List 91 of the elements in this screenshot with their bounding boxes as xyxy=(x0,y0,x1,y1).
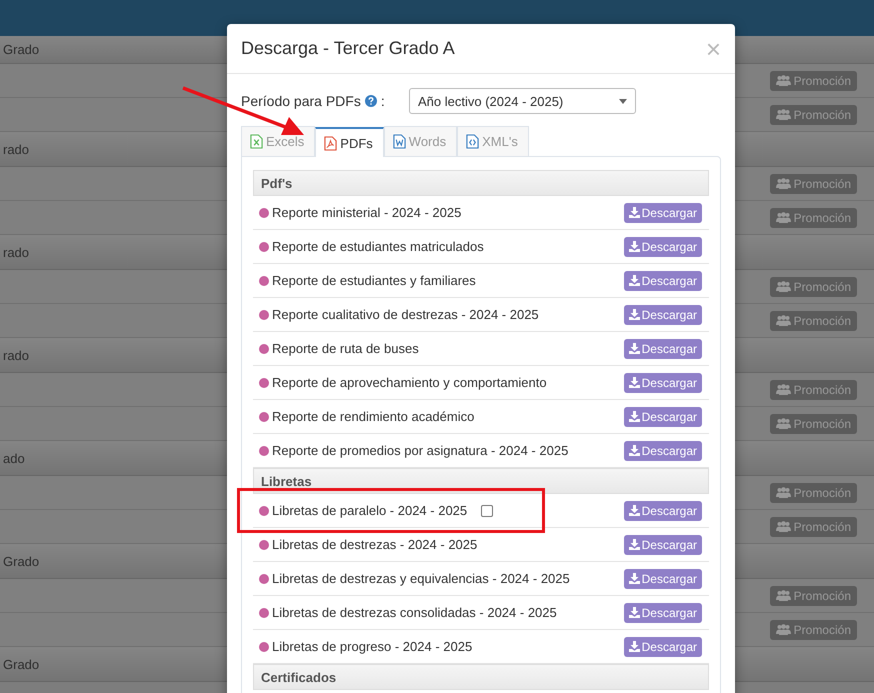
download-button[interactable]: Descargar xyxy=(624,236,702,256)
tab[interactable]: Excels xyxy=(241,126,316,156)
bullet-dot xyxy=(259,276,269,286)
users-icon xyxy=(776,624,791,635)
users-icon xyxy=(776,384,791,395)
bullet-dot xyxy=(259,208,269,218)
file-icon xyxy=(392,134,406,149)
download-button[interactable]: Descargar xyxy=(624,338,702,358)
section-header: Certificados xyxy=(253,664,709,690)
download-icon xyxy=(628,505,640,516)
bullet-dot xyxy=(259,310,269,320)
users-icon xyxy=(776,590,791,601)
download-icon xyxy=(628,573,640,584)
bullet-dot xyxy=(259,540,269,550)
download-button[interactable]: Descargar xyxy=(624,372,702,392)
users-icon xyxy=(776,178,791,189)
users-icon xyxy=(776,109,791,120)
bullet-dot xyxy=(259,446,269,456)
bullet-dot xyxy=(259,378,269,388)
download-icon xyxy=(628,207,640,218)
promotion-button[interactable]: Promoción xyxy=(770,310,857,330)
bullet-dot xyxy=(259,506,269,516)
tab[interactable]: XML's xyxy=(457,126,529,156)
bullet-dot xyxy=(259,574,269,584)
download-icon xyxy=(628,343,640,354)
tab[interactable]: PDFs xyxy=(315,127,384,157)
promotion-button[interactable]: Promoción xyxy=(770,380,857,400)
period-select[interactable]: Año lectivo (2024 - 2025) xyxy=(409,88,636,114)
users-icon xyxy=(776,212,791,223)
close-button[interactable]: × xyxy=(706,36,721,62)
download-button[interactable]: Descargar xyxy=(624,270,702,290)
download-icon xyxy=(628,641,640,652)
download-button[interactable]: Descargar xyxy=(624,406,702,426)
file-icon xyxy=(466,134,480,149)
promotion-button[interactable]: Promoción xyxy=(770,70,857,90)
download-button[interactable]: Descargar xyxy=(624,534,702,554)
download-icon xyxy=(628,539,640,550)
promotion-button[interactable]: Promoción xyxy=(770,174,857,194)
report-label: Reporte de rendimiento académico xyxy=(272,409,474,424)
report-label: Reporte de promedios por asignatura - 2024 - 2025 xyxy=(272,443,568,458)
download-icon xyxy=(628,241,640,252)
file-icon xyxy=(324,136,338,150)
promotion-button[interactable]: Promoción xyxy=(770,516,857,536)
dialog-title: Descarga - Tercer Grado A xyxy=(241,38,455,59)
download-icon xyxy=(628,275,640,286)
users-icon xyxy=(776,487,791,498)
download-icon xyxy=(628,309,640,320)
users-icon xyxy=(776,418,791,429)
period-label: Período para PDFs xyxy=(241,93,361,109)
download-button[interactable]: Descargar xyxy=(624,568,702,588)
download-button[interactable]: Descargar xyxy=(624,304,702,324)
report-label: Libretas de destrezas consolidadas - 2024 - 2025 xyxy=(272,605,557,620)
download-icon xyxy=(628,607,640,618)
download-button[interactable]: Descargar xyxy=(624,636,702,656)
download-icon xyxy=(628,377,640,388)
users-icon xyxy=(776,521,791,532)
separator: : xyxy=(380,93,385,109)
users-icon xyxy=(776,281,791,292)
bullet-dot xyxy=(259,642,269,652)
promotion-button[interactable]: Promoción xyxy=(770,276,857,296)
report-label: Libretas de paralelo - 2024 - 2025 xyxy=(272,503,468,518)
download-button[interactable]: Descargar xyxy=(624,500,702,520)
report-label: Reporte de estudiantes matriculados xyxy=(272,239,484,254)
file-icon xyxy=(250,134,263,149)
download-button[interactable]: Descargar xyxy=(624,602,702,622)
users-icon xyxy=(776,75,791,86)
checkbox[interactable] xyxy=(481,504,494,516)
help-icon[interactable] xyxy=(364,95,377,107)
section-header: Libretas xyxy=(253,468,709,494)
promotion-button[interactable]: Promoción xyxy=(770,208,857,228)
section-header: Pdf's xyxy=(253,170,709,196)
download-icon xyxy=(628,411,640,422)
bullet-dot xyxy=(259,344,269,354)
promotion-button[interactable]: Promoción xyxy=(770,104,857,124)
report-label: Reporte ministerial - 2024 - 2025 xyxy=(272,205,462,220)
report-label: Reporte cualitativo de destrezas - 2024 - 2025 xyxy=(272,307,539,322)
download-icon xyxy=(628,445,640,456)
promotion-button[interactable]: Promoción xyxy=(770,414,857,434)
report-label: Reporte de aprovechamiento y comportamiento xyxy=(272,375,547,390)
bullet-dot xyxy=(259,412,269,422)
bullet-dot xyxy=(259,608,269,618)
download-button[interactable]: Descargar xyxy=(624,440,702,460)
tab[interactable]: Words xyxy=(384,126,458,156)
report-label: Reporte de ruta de buses xyxy=(272,341,419,356)
promotion-button[interactable]: Promoción xyxy=(770,482,857,502)
promotion-button[interactable]: Promoción xyxy=(770,620,857,640)
users-icon xyxy=(776,315,791,326)
promotion-button[interactable]: Promoción xyxy=(770,586,857,606)
report-label: Reporte de estudiantes y familiares xyxy=(272,273,476,288)
download-button[interactable]: Descargar xyxy=(624,202,702,222)
bullet-dot xyxy=(259,242,269,252)
